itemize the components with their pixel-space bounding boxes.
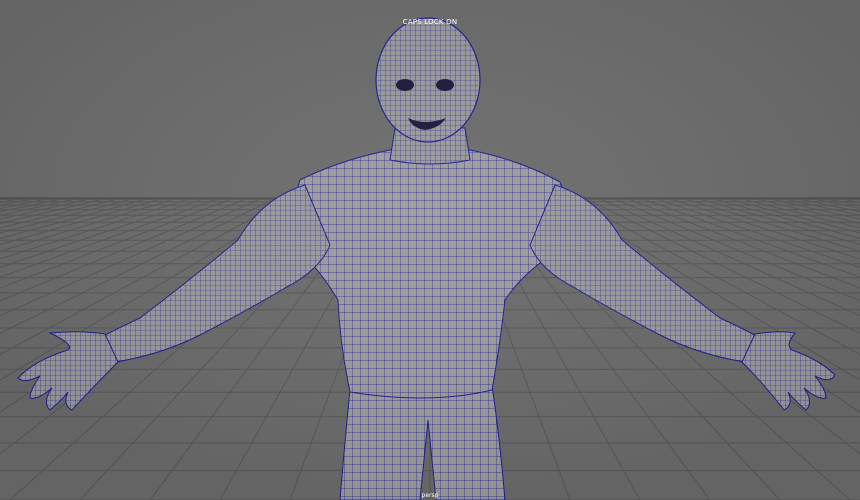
- maya-viewport[interactable]: CAPS LOCK ON persp: [0, 0, 860, 500]
- right-eye: [436, 79, 454, 91]
- left-eye: [396, 79, 414, 91]
- caps-lock-indicator: CAPS LOCK ON: [402, 18, 458, 26]
- camera-label: persp: [421, 492, 439, 499]
- viewport-canvas[interactable]: [0, 0, 860, 500]
